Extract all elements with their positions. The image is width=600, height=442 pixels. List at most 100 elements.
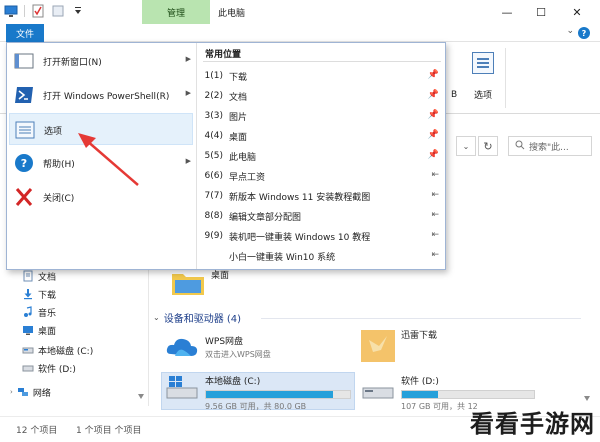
drive-icon: [22, 362, 34, 374]
nav-item-music[interactable]: 音乐: [22, 304, 56, 320]
menu-item-help[interactable]: ? 帮助(H) ▶: [9, 147, 193, 179]
nav-item-drive-d[interactable]: 软件 (D:): [22, 360, 76, 376]
powershell-icon: [13, 85, 35, 105]
options-ribbon-label: 选项: [473, 91, 492, 101]
chevron-down-icon: ⌄: [462, 141, 470, 151]
unpin-icon[interactable]: ⇤: [431, 190, 439, 200]
pin-icon[interactable]: 📌: [428, 110, 439, 120]
unpin-icon[interactable]: ⇤: [431, 210, 439, 220]
properties-icon[interactable]: [31, 4, 45, 18]
frequent-place-number: 2(2): [204, 91, 223, 101]
device-tile-thunder[interactable]: 迅雷下载: [361, 328, 437, 367]
nav-item-desktop[interactable]: 桌面: [22, 322, 56, 338]
computer-icon[interactable]: [4, 4, 18, 18]
frequent-place-number: 6(6): [204, 171, 223, 181]
frequent-place-item[interactable]: 小白一键重装 Win10 系统 ⇤: [201, 247, 443, 265]
nav-item-label: 本地磁盘 (C:): [38, 346, 94, 357]
options-ribbon-button[interactable]: 选项: [466, 50, 500, 108]
content-scrollbar[interactable]: [579, 174, 595, 406]
unpin-icon[interactable]: ⇤: [431, 250, 439, 260]
drive-icon: [22, 344, 34, 356]
frequent-place-label: 新版本 Windows 11 安装教程截图: [229, 192, 371, 203]
window-title: 此电脑: [218, 9, 246, 19]
chevron-right-icon[interactable]: ›: [10, 388, 13, 396]
submenu-arrow-icon: ▶: [185, 55, 191, 63]
close-button[interactable]: ✕: [566, 3, 588, 21]
unpin-icon[interactable]: ⇤: [431, 170, 439, 180]
drive-usage-bar: [205, 390, 351, 399]
address-dropdown-button[interactable]: ⌄: [456, 136, 476, 156]
download-icon: [22, 288, 34, 300]
frequent-place-item[interactable]: 8(8) 编辑文章部分配图 ⇤: [201, 207, 443, 225]
frequent-place-item[interactable]: 1(1) 下载 📌: [201, 67, 443, 85]
nav-item-drive-c[interactable]: 本地磁盘 (C:): [22, 342, 93, 358]
frequent-place-label: 下载: [229, 72, 248, 83]
frequent-place-item[interactable]: 7(7) 新版本 Windows 11 安装教程截图 ⇤: [201, 187, 443, 205]
manage-context-tab[interactable]: 管理: [142, 0, 210, 24]
new-folder-icon[interactable]: [51, 4, 65, 18]
section-title: 设备和驱动器 (4): [163, 314, 242, 325]
frequent-place-number: 8(8): [204, 211, 223, 221]
thunder-download-icon: [361, 328, 395, 367]
quick-access-toolbar: [4, 4, 85, 18]
folder-tile-desktop[interactable]: 桌面: [171, 268, 229, 299]
documents-icon: [22, 270, 34, 282]
nav-item-label: 音乐: [38, 308, 57, 319]
frequent-place-item[interactable]: 6(6) 早点工资 ⇤: [201, 167, 443, 185]
folder-icon: [171, 268, 205, 299]
frequent-place-item[interactable]: 3(3) 图片 📌: [201, 107, 443, 125]
file-tab[interactable]: 文件: [6, 24, 44, 42]
section-header-devices[interactable]: ⌄ 设备和驱动器 (4): [153, 310, 241, 325]
nav-item-label: 网络: [32, 388, 51, 399]
drive-name: 软件 (D:): [401, 377, 439, 387]
frequent-place-item[interactable]: 5(5) 此电脑 📌: [201, 147, 443, 165]
nav-item-network[interactable]: › 网络: [10, 384, 51, 400]
menu-item-options[interactable]: 选项: [9, 113, 193, 145]
options-icon: [14, 120, 36, 140]
refresh-button[interactable]: ↻: [478, 136, 498, 156]
menu-item-close[interactable]: 关闭(C): [9, 181, 193, 213]
unpin-icon[interactable]: ⇤: [431, 230, 439, 240]
close-icon: [13, 187, 35, 207]
search-input[interactable]: 搜索"此...: [508, 136, 592, 156]
windows-drive-icon: [165, 374, 199, 412]
help-circle-icon: ?: [13, 153, 35, 173]
frequent-place-number: 3(3): [204, 111, 223, 121]
frequent-place-label: 图片: [229, 112, 248, 123]
pin-icon[interactable]: 📌: [428, 90, 439, 100]
menu-item-open-new-window[interactable]: 打开新窗口(N) ▶: [9, 45, 193, 77]
menu-item-label: 关闭(C): [43, 194, 75, 204]
help-icon[interactable]: ?: [578, 27, 590, 39]
item-count: 12 个项目: [16, 426, 58, 436]
selected-count: 1 个项目 个项目: [76, 426, 142, 436]
network-icon: [17, 386, 29, 398]
svg-text:?: ?: [21, 157, 27, 170]
frequent-place-label: 小白一键重装 Win10 系统: [229, 252, 336, 263]
frequent-places-header: 常用位置: [205, 50, 242, 60]
frequent-place-item[interactable]: 9(9) 装机吧一键重装 Windows 10 教程 ⇤: [201, 227, 443, 245]
drive-c-content: 本地磁盘 (C:) 9.56 GB 可用，共 80.0 GB: [165, 374, 351, 412]
frequent-place-item[interactable]: 2(2) 文档 📌: [201, 87, 443, 105]
pin-icon[interactable]: 📌: [428, 130, 439, 140]
nav-item-label: 软件 (D:): [38, 364, 76, 375]
device-name: WPS网盘: [205, 337, 244, 347]
maximize-button[interactable]: ☐: [530, 3, 552, 21]
pin-icon[interactable]: 📌: [428, 70, 439, 80]
file-menu-commands: 打开新窗口(N) ▶ 打开 Windows PowerShell(R) ▶ 选项…: [7, 43, 195, 269]
menu-item-label: 帮助(H): [43, 160, 75, 170]
pin-icon[interactable]: 📌: [428, 150, 439, 160]
nav-item-downloads[interactable]: 下载: [22, 286, 56, 302]
menu-item-powershell[interactable]: 打开 Windows PowerShell(R) ▶: [9, 79, 193, 111]
customize-qat-icon[interactable]: [71, 4, 85, 18]
frequent-place-number: 1(1): [204, 71, 223, 81]
nav-item-documents[interactable]: 文档: [22, 268, 56, 284]
device-tile-wps[interactable]: WPS网盘 双击进入WPS网盘: [165, 334, 271, 363]
minimize-button[interactable]: —: [496, 3, 518, 21]
frequent-place-item[interactable]: 4(4) 桌面 📌: [201, 127, 443, 145]
title-bar: 管理 此电脑 — ☐ ✕: [0, 0, 600, 24]
search-placeholder: 搜索"此...: [529, 142, 569, 153]
frequent-place-number: 5(5): [204, 151, 223, 161]
drive-icon: [361, 374, 395, 412]
new-window-icon: [13, 51, 35, 71]
collapse-ribbon-icon[interactable]: ⌄: [566, 26, 574, 36]
